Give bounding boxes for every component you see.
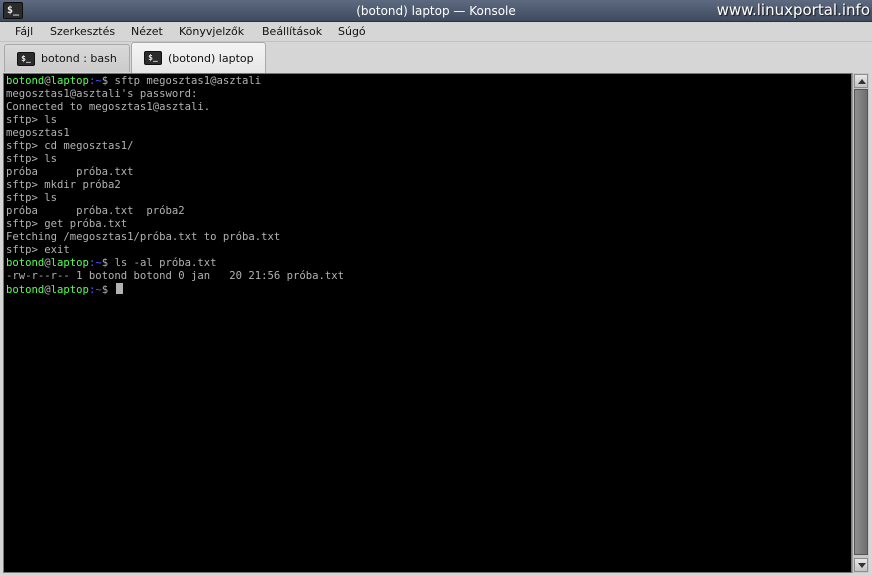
tab-bar: $_ botond : bash $_ (botond) laptop	[0, 42, 872, 73]
tab-botond-bash[interactable]: $_ botond : bash	[4, 44, 130, 72]
prompt-path: :~	[88, 284, 102, 296]
menu-bookmarks[interactable]: Könyvjelzők	[179, 22, 244, 42]
terminal-output-line: sftp> ls	[6, 153, 58, 165]
menu-view[interactable]: Nézet	[131, 22, 163, 42]
terminal-prompt-line: botond@laptop:~$	[6, 283, 851, 296]
terminal-output-line: próba próba.txt próba2	[6, 205, 185, 217]
konsole-window: $_ (botond) laptop — Konsole www.linuxpo…	[0, 0, 872, 576]
terminal-output-line: sftp> ls	[6, 114, 58, 126]
terminal-cursor	[115, 283, 123, 294]
terminal-output-line: sftp> mkdir próba2	[6, 179, 121, 191]
prompt-path: :~	[88, 257, 102, 269]
terminal-prompt-line: botond@laptop:~$ sftp megosztas1@asztali	[6, 75, 851, 88]
prompt-user: botond	[6, 284, 45, 296]
prompt-host: laptop	[50, 257, 89, 269]
menu-help[interactable]: Súgó	[338, 22, 366, 42]
terminal-prompt-line: botond@laptop:~$ ls -al próba.txt	[6, 257, 851, 270]
prompt-command: ls -al próba.txt	[108, 257, 217, 269]
prompt-user: botond	[6, 257, 45, 269]
tab-label: botond : bash	[41, 52, 117, 65]
prompt-host: laptop	[50, 284, 89, 296]
terminal-output-line: Connected to megosztas1@asztali.	[6, 101, 211, 113]
prompt-path: :~	[88, 75, 102, 87]
prompt-command	[108, 284, 114, 296]
terminal-output[interactable]: botond@laptop:~$ sftp megosztas1@asztali…	[3, 73, 852, 573]
menu-settings[interactable]: Beállítások	[262, 22, 322, 42]
prompt-host: laptop	[50, 75, 89, 87]
scroll-up-icon[interactable]	[854, 74, 868, 88]
watermark: www.linuxportal.info	[716, 1, 870, 19]
prompt-command: sftp megosztas1@asztali	[108, 75, 262, 87]
terminal-output-line: sftp> exit	[6, 244, 70, 256]
tab-botond-laptop[interactable]: $_ (botond) laptop	[131, 42, 266, 73]
terminal-output-line: Fetching /megosztas1/próba.txt to próba.…	[6, 231, 281, 243]
terminal-output-line: sftp> cd megosztas1/	[6, 140, 134, 152]
terminal-output-line: sftp> ls	[6, 192, 58, 204]
terminal-icon: $_	[144, 51, 162, 65]
terminal-output-line: megosztas1	[6, 127, 70, 139]
terminal-output-line: -rw-r--r-- 1 botond botond 0 jan 20 21:5…	[6, 270, 345, 282]
terminal-scrollbar[interactable]	[852, 73, 869, 573]
prompt-user: botond	[6, 75, 45, 87]
terminal-output-line: próba próba.txt	[6, 166, 134, 178]
scroll-thumb[interactable]	[854, 89, 868, 555]
terminal-icon: $_	[17, 52, 35, 66]
tab-label: (botond) laptop	[168, 52, 254, 65]
terminal-output-line: sftp> get próba.txt	[6, 218, 128, 230]
menu-bar: Fájl Szerkesztés Nézet Könyvjelzők Beáll…	[0, 22, 872, 42]
title-bar[interactable]: $_ (botond) laptop — Konsole www.linuxpo…	[0, 0, 872, 22]
scroll-down-icon[interactable]	[854, 558, 868, 572]
menu-edit[interactable]: Szerkesztés	[50, 22, 115, 42]
menu-file[interactable]: Fájl	[15, 22, 33, 42]
terminal-output-line: megosztas1@asztali's password:	[6, 88, 198, 100]
